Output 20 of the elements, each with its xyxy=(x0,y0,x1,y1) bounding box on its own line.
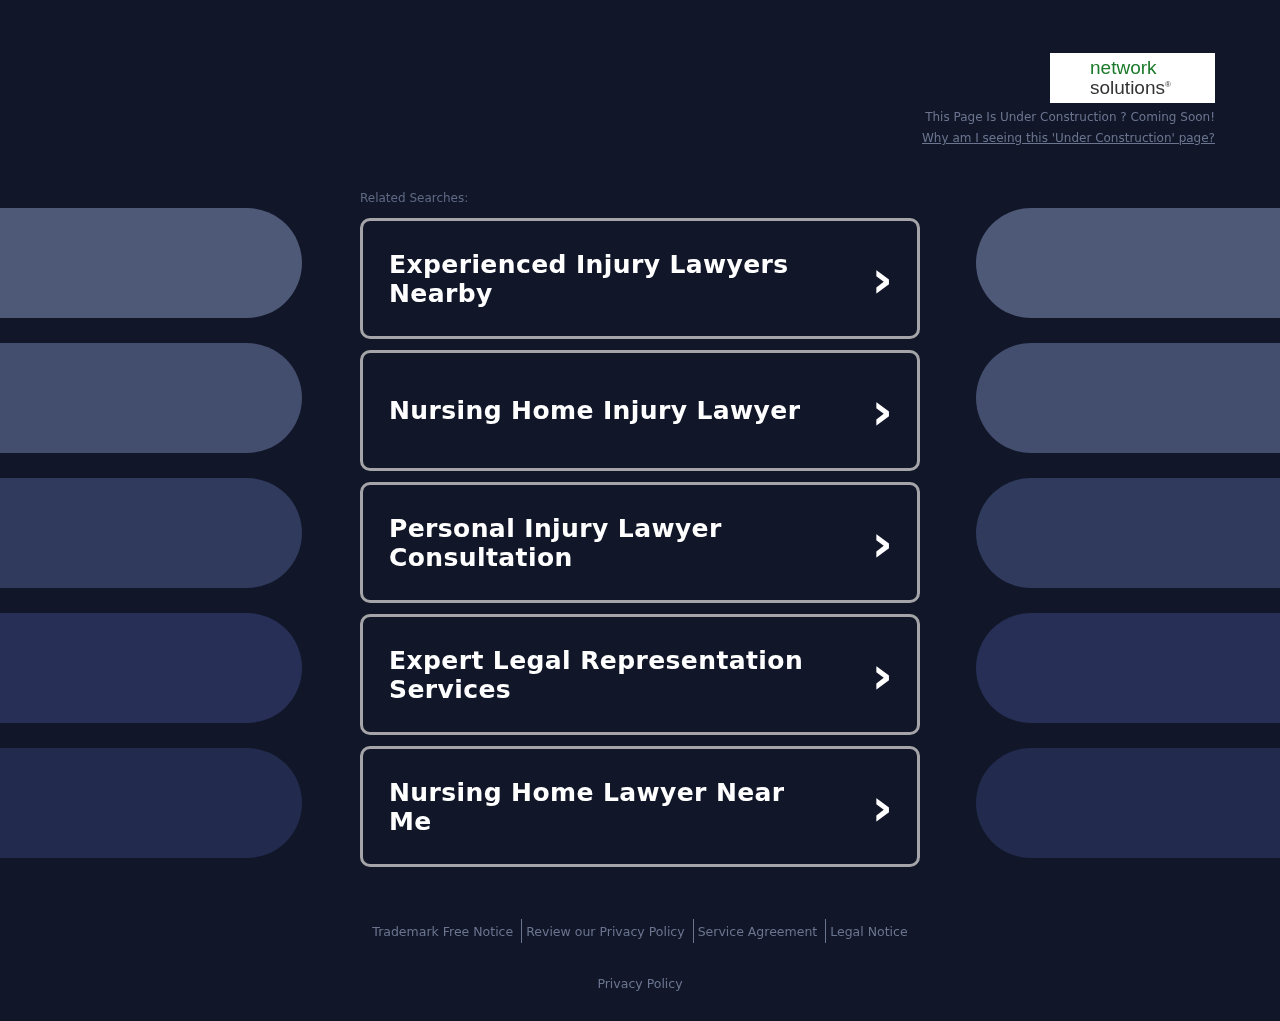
footer-link[interactable]: Trademark Free Notice xyxy=(372,923,514,939)
footer-link[interactable]: Service Agreement xyxy=(697,923,818,939)
search-link[interactable]: Personal Injury Lawyer Consultation › xyxy=(360,482,920,603)
search-link[interactable]: Nursing Home Injury Lawyer › xyxy=(360,350,920,471)
search-link[interactable]: Expert Legal Representation Services › xyxy=(360,614,920,735)
logo-text: solutions$^{®}$ xyxy=(1090,76,1171,97)
chevron-icon: › xyxy=(871,786,893,827)
search-link[interactable]: Nursing Home Lawyer Near Me › xyxy=(360,746,920,867)
footer-link[interactable]: Legal Notice xyxy=(830,923,908,939)
footer-link[interactable]: Review our Privacy Policy xyxy=(526,923,685,939)
notice-text: This Page Is Under Construction ? Coming Soon! xyxy=(925,110,1215,124)
chevron-icon: › xyxy=(871,654,893,695)
logo-text: network xyxy=(1090,59,1157,77)
chevron-icon: › xyxy=(871,522,893,563)
section-label: Related Searches: xyxy=(360,191,470,205)
chevron-icon: › xyxy=(871,258,893,299)
search-link[interactable]: Experienced Injury Lawyers Nearby › xyxy=(360,218,920,339)
chevron-icon: › xyxy=(871,390,893,431)
footer-link[interactable]: Privacy Policy xyxy=(597,976,683,991)
info-link[interactable]: Why am I seeing this 'Under Construction' page? xyxy=(922,131,1215,145)
